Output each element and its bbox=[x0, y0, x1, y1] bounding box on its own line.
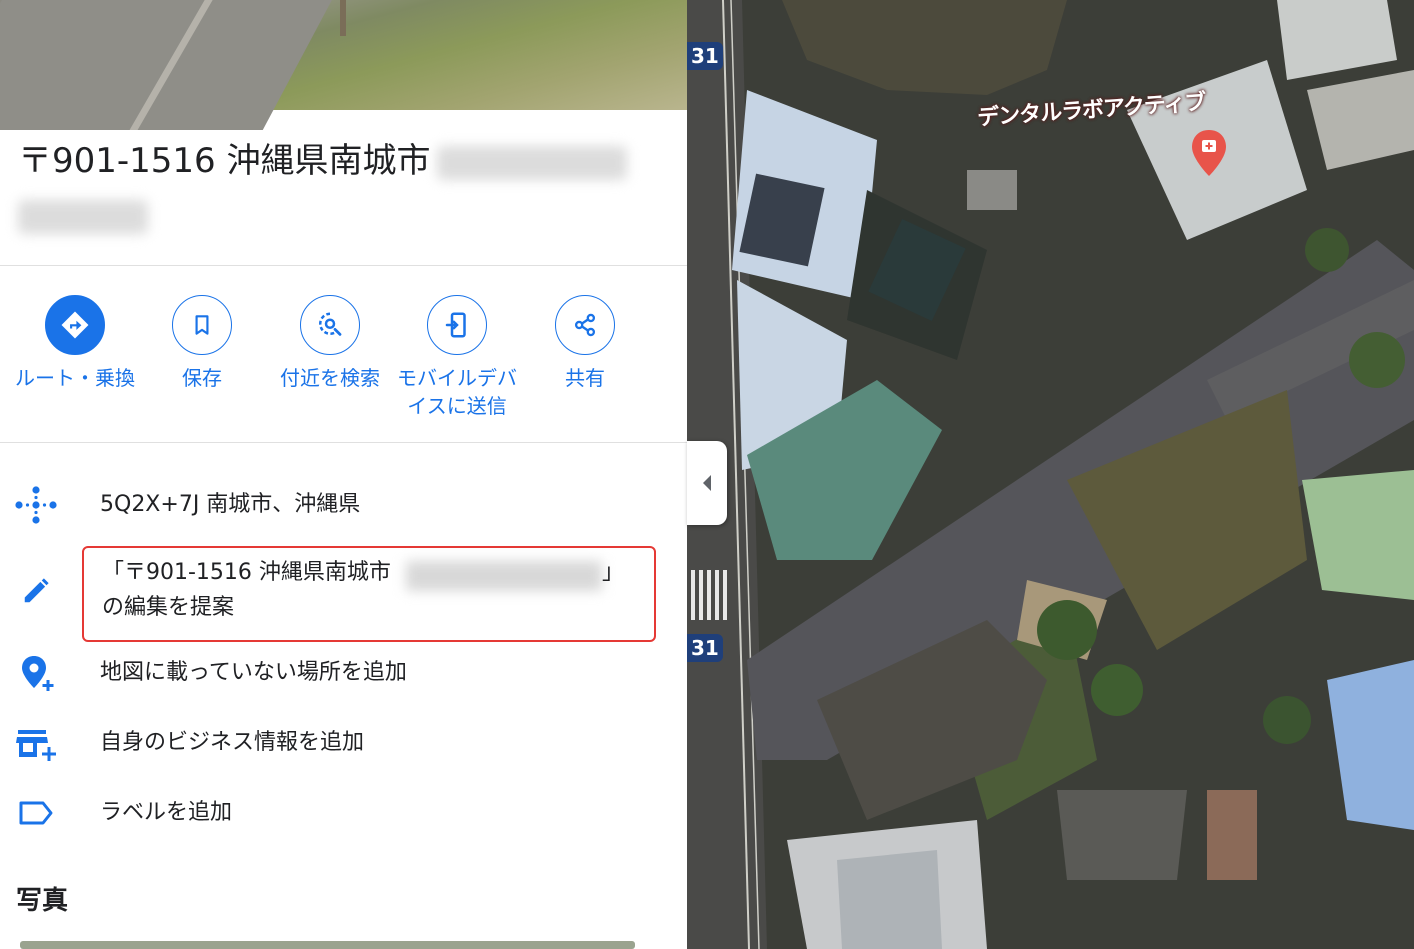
search-nearby-button[interactable]: 付近を検索 bbox=[270, 295, 390, 392]
add-business-text: 自身のビジネス情報を追加 bbox=[100, 730, 365, 755]
send-to-phone-button[interactable]: モバイルデバイスに送信 bbox=[397, 295, 517, 420]
street-view-photo[interactable] bbox=[0, 0, 687, 130]
photos-heading: 写真 bbox=[16, 886, 69, 916]
bookmark-icon[interactable] bbox=[172, 295, 232, 355]
add-missing-place-text: 地図に載っていない場所を追加 bbox=[100, 660, 407, 685]
directions-label: ルート・乗換 bbox=[15, 366, 135, 390]
suggest-edit-prefix: 「〒901-1516 沖縄県南城市 bbox=[102, 560, 391, 585]
divider bbox=[0, 442, 687, 443]
share-button[interactable]: 共有 bbox=[525, 295, 645, 392]
place-title-text: 〒901-1516 沖縄県南城市 bbox=[18, 141, 431, 181]
share-icon[interactable] bbox=[555, 295, 615, 355]
plus-code-icon bbox=[14, 483, 58, 527]
label-icon bbox=[14, 791, 58, 835]
satellite-imagery bbox=[687, 0, 1414, 949]
suggest-edit-suffix: 」 bbox=[602, 560, 625, 585]
redacted-address-part bbox=[436, 145, 627, 180]
add-label-text: ラベルを追加 bbox=[100, 800, 233, 825]
photo-post bbox=[340, 0, 346, 36]
divider bbox=[0, 265, 687, 266]
route-shield: 31 bbox=[687, 42, 723, 70]
save-label: 保存 bbox=[182, 366, 222, 390]
add-label-row[interactable]: ラベルを追加 bbox=[0, 788, 687, 838]
redacted-address-part-2 bbox=[18, 200, 148, 234]
nearby-search-icon[interactable] bbox=[300, 295, 360, 355]
add-missing-place-row[interactable]: 地図に載っていない場所を追加 bbox=[0, 648, 687, 698]
directions-icon[interactable] bbox=[45, 295, 105, 355]
save-button[interactable]: 保存 bbox=[142, 295, 262, 392]
add-business-icon bbox=[14, 721, 58, 765]
plus-code-row[interactable]: 5Q2X+7J 南城市、沖縄県 bbox=[0, 480, 687, 530]
collapse-panel-button[interactable] bbox=[687, 441, 727, 525]
share-label: 共有 bbox=[565, 366, 605, 390]
add-location-icon bbox=[14, 651, 58, 695]
add-business-row[interactable]: 自身のビジネス情報を追加 bbox=[0, 718, 687, 768]
place-panel: 〒901-1516 沖縄県南城市 ルート・乗換 保存 付近を検索 モバイルデバイ… bbox=[0, 0, 687, 949]
plus-code-text: 5Q2X+7J 南城市、沖縄県 bbox=[100, 492, 361, 517]
satellite-map[interactable]: デンタルラボアクティブ 31 31 bbox=[687, 0, 1414, 949]
place-title: 〒901-1516 沖縄県南城市 bbox=[18, 136, 658, 234]
search-nearby-label: 付近を検索 bbox=[280, 366, 380, 390]
suggest-edit-line2: の編集を提案 bbox=[102, 595, 235, 620]
suggest-edit-row[interactable]: 「〒901-1516 沖縄県南城市 」 の編集を提案 bbox=[82, 546, 656, 642]
pencil-icon bbox=[14, 569, 58, 613]
route-shield: 31 bbox=[687, 634, 723, 662]
redacted-address-part-3 bbox=[406, 561, 602, 591]
directions-button[interactable]: ルート・乗換 bbox=[15, 295, 135, 392]
chevron-left-icon bbox=[703, 475, 711, 491]
send-to-phone-icon[interactable] bbox=[427, 295, 487, 355]
photo-thumbnail-strip[interactable] bbox=[20, 941, 635, 949]
send-to-phone-label: モバイルデバイスに送信 bbox=[397, 366, 517, 418]
